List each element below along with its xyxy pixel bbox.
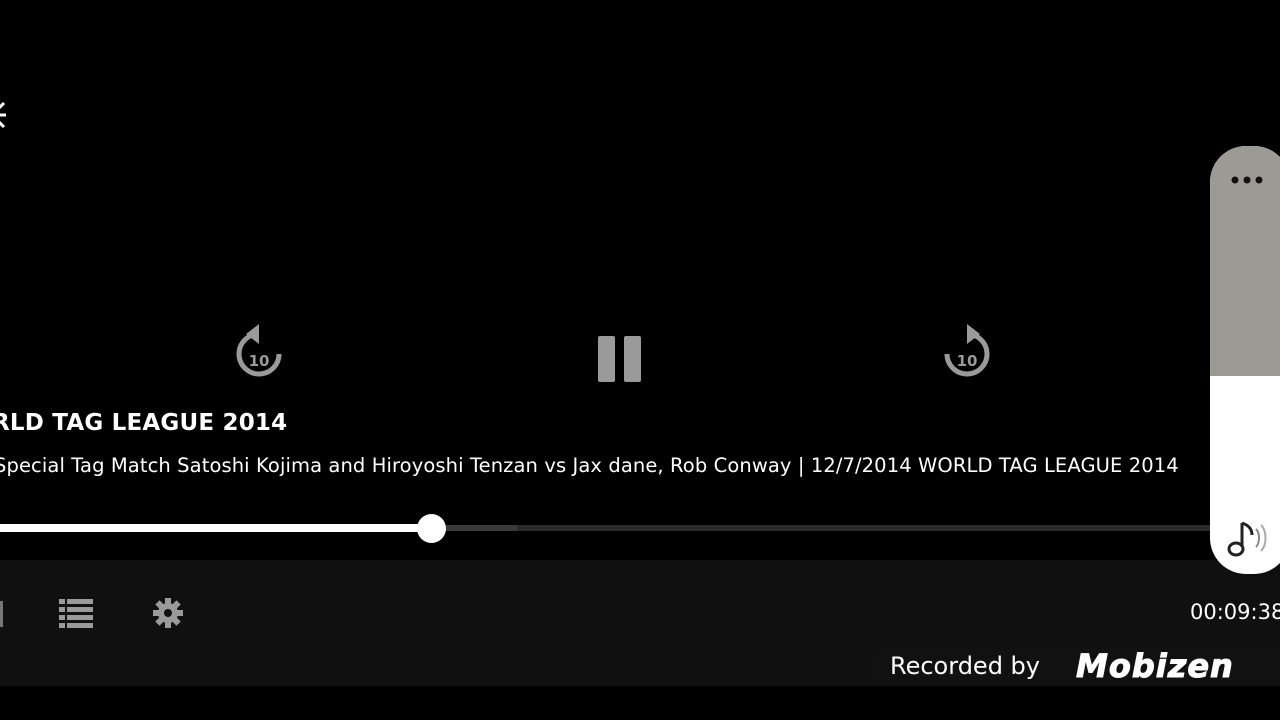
seek-handle[interactable] (417, 514, 446, 543)
audio-icon[interactable] (1224, 519, 1272, 559)
pause-button[interactable] (597, 335, 643, 383)
gear-icon (153, 598, 183, 628)
playlist-icon (59, 599, 93, 628)
rewind-10-icon: 10 (236, 324, 282, 377)
settings-button[interactable] (152, 597, 184, 629)
mobizen-logo: Mobizen (1076, 647, 1234, 686)
more-dots-icon[interactable] (1229, 173, 1269, 187)
rewind-10-button[interactable]: 10 (232, 322, 286, 384)
seek-progress (0, 524, 431, 532)
forward-10-label: 10 (957, 352, 978, 370)
bottom-edge (0, 686, 1280, 720)
video-title: RLD TAG LEAGUE 2014 (0, 410, 288, 436)
forward-10-button[interactable]: 10 (940, 322, 994, 384)
side-floating-panel[interactable] (1210, 146, 1280, 574)
elapsed-time: 00:09:38 (1190, 600, 1280, 624)
left-edge-marker (0, 601, 3, 627)
forward-10-icon: 10 (944, 324, 990, 377)
pause-icon (598, 336, 641, 382)
video-subtitle: Special Tag Match Satoshi Kojima and Hir… (0, 454, 1179, 477)
playlist-button[interactable] (59, 598, 93, 628)
recorded-by-label: Recorded by (890, 652, 1040, 680)
rewind-10-label: 10 (249, 352, 270, 370)
back-arrow-icon[interactable] (0, 98, 16, 132)
